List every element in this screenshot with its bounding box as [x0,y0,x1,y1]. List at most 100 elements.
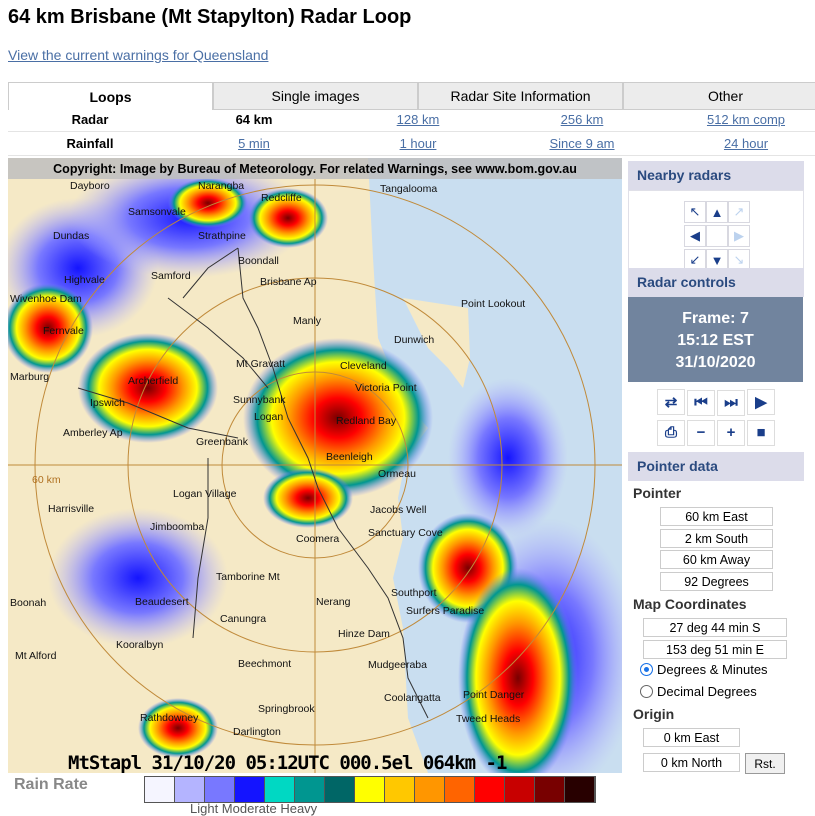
radar-range-512km[interactable]: 512 km comp [707,112,785,127]
place-label: Victoria Point [355,382,417,394]
place-label: Logan Village [173,488,237,500]
arrow-n-icon[interactable]: ▲ [706,201,728,223]
place-label: Beenleigh [326,451,373,463]
radio-selected-icon [640,663,653,676]
play-icon[interactable]: ▶ [747,389,775,415]
pointer-away: 60 km Away [660,550,773,569]
place-label: Tangalooma [380,183,438,195]
place-label: Beechmont [238,658,292,670]
radar-map[interactable]: Copyright: Image by Bureau of Meteorolog… [8,158,622,773]
place-label: Rathdowney [140,712,199,724]
legend-swatch [475,777,505,802]
radio-unselected-icon [640,685,653,698]
zoom-in-icon[interactable]: + [717,419,745,446]
degrees-minutes-radio[interactable]: Degrees & Minutes [640,662,768,677]
legend-swatch [385,777,415,802]
place-label: Surfers Paradise [406,605,485,617]
rainfall-row: Rainfall 5 min 1 hour Since 9 am 24 hour [8,132,815,156]
origin-label: Origin [633,706,675,722]
rainfall-5min[interactable]: 5 min [238,136,270,151]
rainfall-since-9am[interactable]: Since 9 am [549,136,614,151]
legend-swatch [415,777,445,802]
map-copyright: Copyright: Image by Bureau of Meteorolog… [8,158,622,179]
place-label: Narangba [198,180,245,192]
nearby-radars-panel: Nearby radars ↖ ▲ ↗ ◀ ▶ ↙ ▼ ↘ [628,161,804,282]
tab-radar-site-information[interactable]: Radar Site Information [418,82,623,110]
stop-icon[interactable]: ■ [747,419,775,446]
warnings-link[interactable]: View the current warnings for Queensland [8,47,268,63]
arrow-e-icon: ▶ [728,225,750,247]
origin-east: 0 km East [643,728,740,747]
place-label: Mt Gravatt [236,358,286,370]
legend-title: Rain Rate [14,776,88,793]
tab-bar: Loops Single images Radar Site Informati… [8,82,815,110]
page-title: 64 km Brisbane (Mt Stapylton) Radar Loop [8,6,412,28]
zoom-out-icon[interactable]: − [687,419,715,446]
place-label: Dundas [53,230,90,242]
place-label: Boonah [10,597,47,609]
place-label: Ormeau [378,468,416,480]
place-label: Manly [293,315,322,327]
radar-controls-panel: Radar controls [628,268,804,297]
radar-controls-title: Radar controls [628,268,804,297]
tab-single-images[interactable]: Single images [213,82,418,110]
place-label: Logan [254,411,284,423]
origin-north: 0 km North [643,753,740,772]
legend-swatch [235,777,265,802]
place-label: Highvale [64,274,105,286]
place-label: Springbrook [258,703,315,715]
place-label: Coolangatta [384,692,441,704]
toggle-direction-icon[interactable]: ⇄ [657,389,685,415]
legend-swatch [325,777,355,802]
place-label: Redland Bay [336,415,397,427]
place-label: Samford [151,270,191,282]
place-label: Cleveland [340,360,387,372]
print-icon[interactable]: ⎙ [657,419,685,446]
legend-swatch [355,777,385,802]
rainfall-24hour[interactable]: 24 hour [724,136,768,151]
place-label: Strathpine [198,230,246,242]
frame-time: 15:12 EST [677,332,754,349]
arrow-w-icon[interactable]: ◀ [684,225,706,247]
place-label: Dunwich [394,334,435,346]
degrees-minutes-label: Degrees & Minutes [657,662,768,677]
place-label: Harrisville [48,503,95,515]
place-label: Beaudesert [135,596,189,608]
frame-date: 31/10/2020 [675,354,756,371]
frame-number: Frame: 7 [682,310,749,327]
place-label: Fernvale [43,325,84,337]
legend-swatch [445,777,475,802]
tab-other[interactable]: Other [623,82,815,110]
decimal-degrees-radio[interactable]: Decimal Degrees [640,684,757,699]
arrow-nw-icon[interactable]: ↖ [684,201,706,223]
place-label: Darlington [233,726,281,738]
place-label: Canungra [220,613,267,625]
place-label: Tamborine Mt [216,571,280,583]
latitude-field: 27 deg 44 min S [643,618,787,637]
first-frame-icon[interactable]: ⏮ [687,389,715,416]
rainfall-1hour[interactable]: 1 hour [400,136,437,151]
tab-loops[interactable]: Loops [8,82,213,110]
longitude-field: 153 deg 51 min E [643,640,787,659]
radar-range-256km[interactable]: 256 km [561,112,604,127]
place-label: Ipswich [90,397,126,409]
place-label: Sanctuary Cove [368,527,443,539]
last-frame-icon[interactable]: ⏭ [717,389,745,416]
center-blank-icon [706,225,728,247]
rain-rate-legend [144,776,596,803]
place-label: Hinze Dam [338,628,390,640]
legend-swatch [565,777,595,802]
place-label: Marburg [10,371,50,383]
radar-range-128km[interactable]: 128 km [397,112,440,127]
place-label: Redcliffe [261,192,302,204]
place-label: Dayboro [70,180,110,192]
decimal-degrees-label: Decimal Degrees [657,684,757,699]
pointer-data-title: Pointer data [628,452,804,481]
radar-row-label: Radar [8,108,172,132]
radar-image [8,158,622,773]
legend-scale-words: Light Moderate Heavy [190,801,318,816]
legend-swatch [295,777,325,802]
pointer-south: 2 km South [660,529,773,548]
reset-origin-button[interactable]: Rst. [745,753,785,774]
place-label: Nerang [316,596,351,608]
